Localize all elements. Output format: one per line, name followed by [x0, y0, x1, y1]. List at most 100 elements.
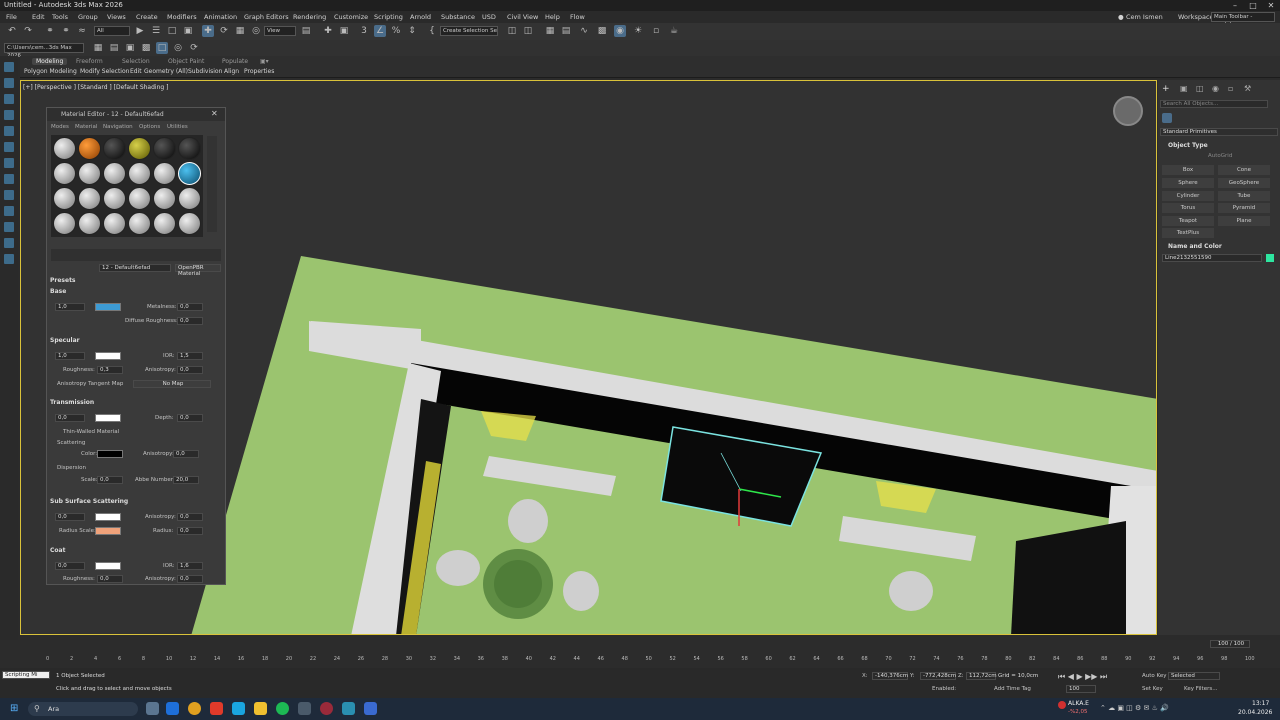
- bind-spacewarp-icon[interactable]: ≈: [76, 25, 88, 37]
- sample-slot[interactable]: [128, 137, 151, 160]
- menu-customize[interactable]: Customize: [334, 13, 368, 21]
- edge-icon[interactable]: [166, 702, 179, 715]
- sample-slot[interactable]: [128, 212, 151, 235]
- sample-slot[interactable]: [128, 187, 151, 210]
- spotify-icon[interactable]: [276, 702, 289, 715]
- project-folder-icon[interactable]: ▦: [92, 42, 104, 54]
- cylinder-button[interactable]: Cylinder: [1162, 191, 1214, 201]
- depth-spinner[interactable]: 0,0: [177, 414, 203, 422]
- layer-explorer-icon[interactable]: ▤: [560, 25, 572, 37]
- radius-spinner[interactable]: 0,0: [177, 527, 203, 535]
- category-dropdown[interactable]: Standard Primitives: [1160, 128, 1278, 136]
- ribbon-subdivision[interactable]: Subdivision: [188, 68, 222, 75]
- menu-tools[interactable]: Tools: [52, 13, 68, 21]
- chrome-icon[interactable]: [188, 702, 201, 715]
- metalness-spinner[interactable]: 0,0: [177, 303, 203, 311]
- menu-graph-editors[interactable]: Graph Editors: [244, 13, 289, 21]
- layout-icon[interactable]: [4, 206, 14, 216]
- isolate-icon[interactable]: □: [156, 42, 168, 54]
- menu-flow[interactable]: Flow: [570, 13, 585, 21]
- ribbon-modify-selection[interactable]: Modify Selection: [80, 68, 129, 75]
- sample-slot[interactable]: [103, 137, 126, 160]
- sample-slot[interactable]: [53, 187, 76, 210]
- section-specular[interactable]: Specular: [50, 337, 220, 347]
- app-icon[interactable]: [364, 702, 377, 715]
- ribbon-options-icon[interactable]: ▣▾: [260, 58, 269, 65]
- named-selection-dropdown[interactable]: Create Selection Se: [440, 26, 498, 36]
- menu-civil-view[interactable]: Civil View: [507, 13, 538, 21]
- sss-weight-spinner[interactable]: 0,0: [55, 513, 85, 521]
- timeline-ruler[interactable]: 0 2 4 6 8 10 12 14 16 18 20 22 24 26 28 30 32 34 36 38 40 42 4…: [0, 650, 1280, 666]
- section-sub-surface-scattering[interactable]: Sub Surface Scattering: [50, 498, 220, 508]
- mirror-icon[interactable]: ◫: [506, 25, 518, 37]
- specular-anisotropy-spinner[interactable]: 0,0: [177, 366, 203, 374]
- app-icon[interactable]: [320, 702, 333, 715]
- sample-slot[interactable]: [78, 137, 101, 160]
- autogrid-checkbox[interactable]: AutoGrid: [1208, 153, 1232, 159]
- ribbon-properties[interactable]: Properties: [244, 68, 274, 75]
- radius-scale-swatch[interactable]: [95, 527, 121, 535]
- layout-icon[interactable]: [4, 238, 14, 248]
- menu-arnold[interactable]: Arnold: [410, 13, 431, 21]
- section-transmission[interactable]: Transmission: [50, 399, 220, 409]
- layout-icon[interactable]: [4, 190, 14, 200]
- current-frame-field[interactable]: 100: [1066, 685, 1096, 693]
- auto-key-button[interactable]: Auto Key: [1142, 673, 1167, 679]
- sss-color-swatch[interactable]: [95, 513, 121, 521]
- sample-slot[interactable]: [53, 137, 76, 160]
- maxscript-listener[interactable]: Scripting Mi: [2, 671, 50, 679]
- x-coord-field[interactable]: -140,376cm: [872, 672, 908, 680]
- abbe-number-spinner[interactable]: 20,0: [173, 476, 199, 484]
- diffuse-roughness-spinner[interactable]: 0,0: [177, 317, 203, 325]
- ribbon-tab-object-paint[interactable]: Object Paint: [168, 58, 204, 65]
- open-icon[interactable]: ▤: [108, 42, 120, 54]
- layout-icon[interactable]: [4, 110, 14, 120]
- taskbar-search[interactable]: ⚲ Ara: [28, 702, 138, 716]
- minimize-button[interactable]: –: [1226, 0, 1244, 11]
- render-setup-icon[interactable]: ☀: [632, 25, 644, 37]
- me-menu-modes[interactable]: Modes: [51, 124, 69, 130]
- redo-icon[interactable]: ↷: [22, 25, 34, 37]
- keyboard-shortcut-icon[interactable]: ▣: [338, 25, 350, 37]
- close-icon[interactable]: ✕: [211, 109, 218, 118]
- cone-button[interactable]: Cone: [1218, 165, 1270, 175]
- specular-color-swatch[interactable]: [95, 352, 121, 360]
- frame-counter[interactable]: 100 / 100: [1210, 640, 1250, 648]
- selection-filter-dropdown[interactable]: All: [94, 26, 130, 36]
- windows-start-icon[interactable]: ⊞: [10, 703, 18, 714]
- project-path-field[interactable]: C:\Users\cem...3ds Max 2026: [4, 43, 84, 59]
- display-tab-icon[interactable]: ▫: [1228, 84, 1233, 93]
- menu-help[interactable]: Help: [545, 13, 560, 21]
- sphere-button[interactable]: Sphere: [1162, 178, 1214, 188]
- select-scale-icon[interactable]: ▦: [234, 25, 246, 37]
- ribbon-tab-populate[interactable]: Populate: [222, 58, 248, 65]
- search-objects-input[interactable]: Search All Objects...: [1160, 100, 1268, 108]
- layout-icon[interactable]: [4, 142, 14, 152]
- viewcube-icon[interactable]: [1113, 96, 1143, 126]
- z-coord-field[interactable]: 112,72cm: [966, 672, 997, 680]
- add-time-tag[interactable]: Add Time Tag: [994, 686, 1031, 692]
- coat-weight-spinner[interactable]: 0,0: [55, 562, 85, 570]
- edit-named-selection-icon[interactable]: {: [426, 25, 438, 37]
- sample-slot[interactable]: [103, 212, 126, 235]
- menu-substance[interactable]: Substance: [441, 13, 475, 21]
- sample-slot[interactable]: [78, 162, 101, 185]
- scatter-color-swatch[interactable]: [97, 450, 123, 458]
- y-coord-field[interactable]: -772,428cm: [920, 672, 956, 680]
- ribbon-polygon-modeling[interactable]: Polygon Modeling: [24, 68, 77, 75]
- section-base[interactable]: Base: [50, 288, 220, 298]
- stock-name[interactable]: ALKA.E: [1068, 700, 1089, 707]
- manage-icon[interactable]: ▩: [140, 42, 152, 54]
- manipulate-icon[interactable]: ✚: [322, 25, 334, 37]
- select-rotate-icon[interactable]: ⟳: [218, 25, 230, 37]
- layout-icon[interactable]: [4, 78, 14, 88]
- app-icon[interactable]: [232, 702, 245, 715]
- app-icon[interactable]: [210, 702, 223, 715]
- specular-roughness-spinner[interactable]: 0,3: [97, 366, 123, 374]
- object-color-swatch[interactable]: [1266, 254, 1274, 262]
- sample-slot[interactable]: [153, 187, 176, 210]
- set-key-button[interactable]: Set Key: [1142, 686, 1163, 692]
- specular-weight-spinner[interactable]: 1,0: [55, 352, 85, 360]
- unlink-icon[interactable]: ⚭: [60, 25, 72, 37]
- key-mode-dropdown[interactable]: Selected: [1168, 672, 1220, 680]
